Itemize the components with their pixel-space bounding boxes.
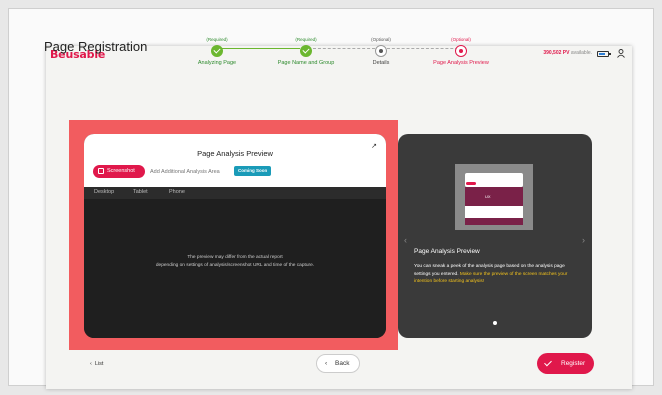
preview-note: The preview may differ from the actual r… — [84, 254, 386, 270]
step-dot-icon — [455, 45, 467, 57]
thumbnail-text: UX — [485, 194, 491, 199]
tab-tablet[interactable]: Tablet — [133, 189, 148, 195]
list-label: List — [94, 361, 104, 367]
info-text: You can sneak a peek of the analysis pag… — [414, 263, 579, 286]
tab-desktop[interactable]: Desktop — [94, 189, 114, 195]
preview-header: Page Analysis Preview ↗︎ Screenshot Comi… — [84, 134, 386, 187]
step-analyzing-page: (Required) Analyzing Page — [167, 37, 267, 66]
coming-soon-badge: Coming Soon — [234, 166, 272, 176]
battery-icon[interactable] — [597, 51, 611, 57]
pv-value: 390,502 PV — [543, 50, 570, 56]
info-panel: UX ‹ › Page Analysis Preview You can sne… — [398, 134, 592, 338]
note-line-2: depending on settings of analysis/screen… — [155, 263, 315, 268]
check-icon — [211, 45, 223, 57]
step-tag: (Optional) — [451, 37, 471, 42]
pv-suffix: available. — [570, 50, 592, 56]
back-button[interactable]: ‹ Back — [316, 354, 360, 373]
step-tag: (Required) — [206, 37, 228, 42]
expand-icon[interactable]: ↗︎ — [371, 142, 377, 150]
check-icon — [544, 358, 552, 367]
preview-area: The preview may differ from the actual r… — [84, 199, 386, 338]
note-line-1: The preview may differ from the actual r… — [187, 255, 283, 260]
chevron-left-icon[interactable]: ‹ — [404, 235, 407, 245]
step-page-analysis-preview[interactable]: (Optional) Page Analysis Preview — [411, 37, 511, 66]
list-link[interactable]: ‹ List — [90, 361, 103, 367]
screenshot-button[interactable]: Screenshot — [93, 165, 145, 178]
back-label: Back — [335, 360, 350, 367]
info-title: Page Analysis Preview — [414, 248, 480, 255]
check-icon — [300, 45, 312, 57]
pager-dot[interactable] — [493, 321, 497, 325]
chevron-right-icon[interactable]: › — [582, 235, 585, 245]
page-title: Page Registration — [44, 39, 148, 54]
tab-phone[interactable]: Phone — [169, 189, 185, 195]
preview-card: Page Analysis Preview ↗︎ Screenshot Comi… — [84, 134, 386, 338]
device-tabs: Desktop Tablet Phone — [84, 187, 386, 199]
thumbnail-button — [466, 182, 476, 185]
step-dot-icon — [375, 45, 387, 57]
thumbnail-strip — [465, 206, 523, 218]
chevron-left-icon: ‹ — [325, 360, 328, 367]
preview-thumbnail: UX — [455, 164, 533, 230]
camera-icon — [98, 168, 104, 174]
register-label: Register — [561, 360, 586, 367]
user-icon[interactable] — [617, 49, 625, 58]
register-button[interactable]: Register — [537, 353, 594, 374]
screenshot-label: Screenshot — [107, 168, 135, 174]
preview-title: Page Analysis Preview — [197, 149, 273, 158]
step-label: Page Analysis Preview — [433, 60, 489, 66]
pv-availability: 390,502 PV available. — [543, 50, 592, 56]
step-label: Analyzing Page — [197, 60, 237, 66]
chevron-left-icon: ‹ — [90, 361, 92, 367]
